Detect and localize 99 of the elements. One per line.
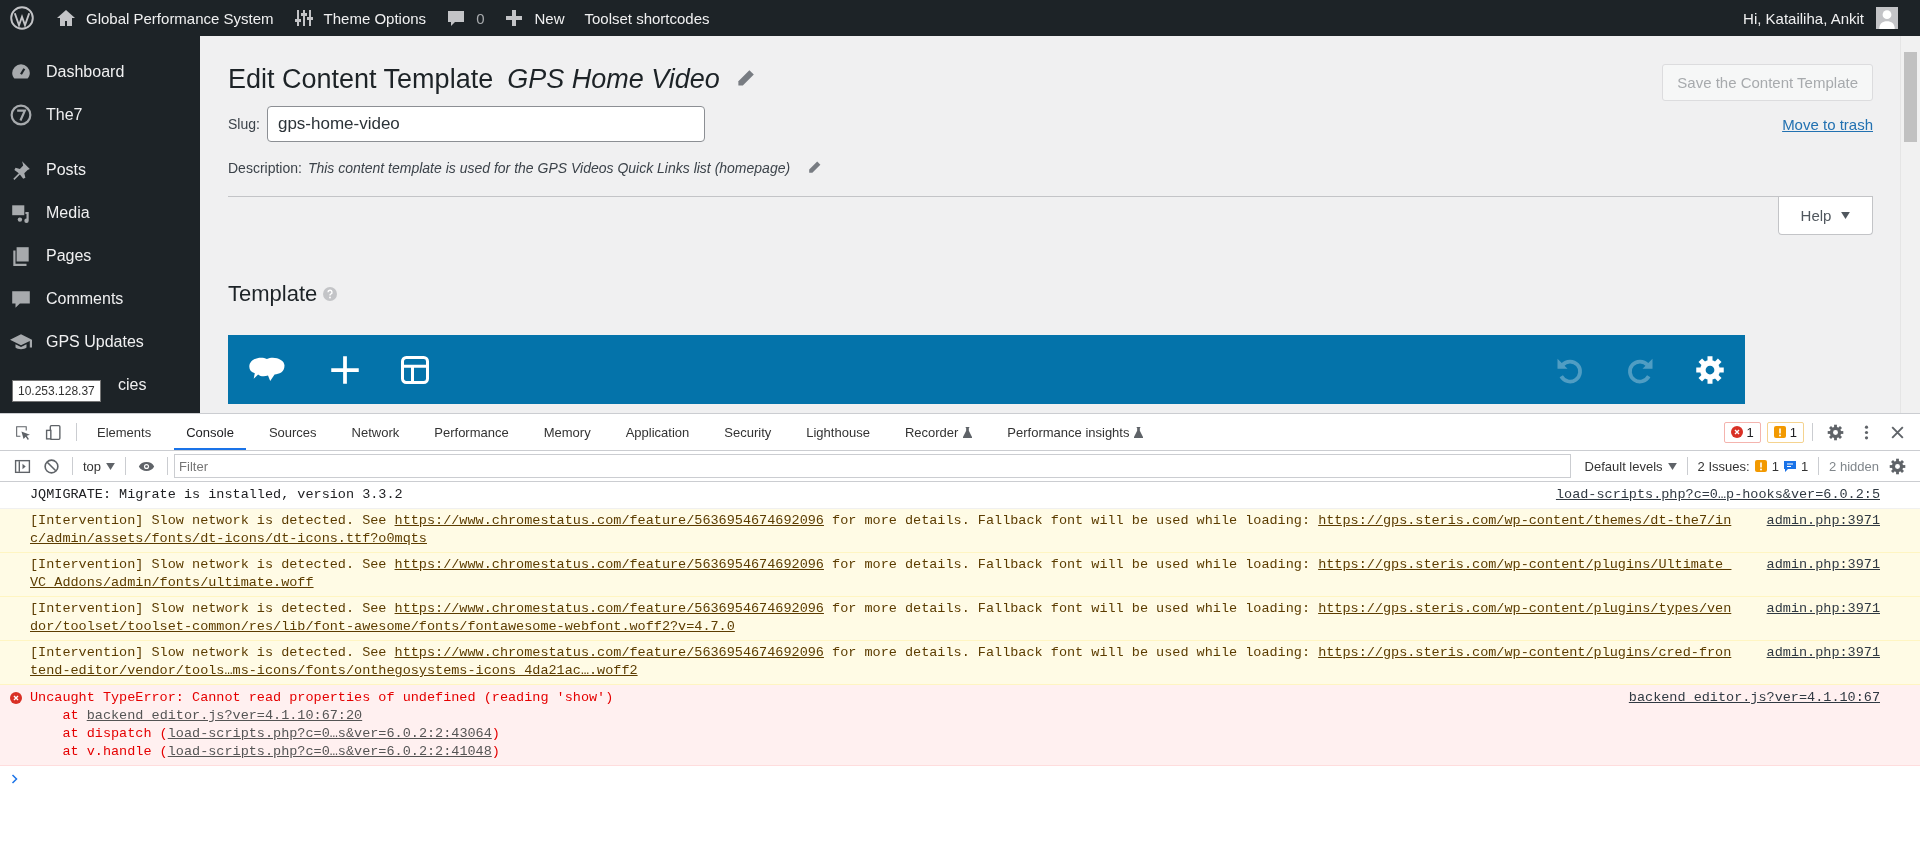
info-message-icon — [1783, 460, 1796, 472]
link[interactable]: c/admin/assets/fonts/dt-icons/dt-icons.ttf?o0mqts — [30, 530, 427, 548]
trash-link[interactable]: Move to trash — [1782, 116, 1873, 133]
source-link[interactable]: admin.php:3971 — [1766, 512, 1880, 530]
issues-button[interactable]: 2 Issues: 1 1 — [1693, 458, 1813, 474]
context-dropdown[interactable]: top — [79, 458, 120, 474]
pencil-icon[interactable] — [806, 160, 823, 176]
link[interactable]: VC_Addons/admin/fonts/ultimate.woff — [30, 574, 314, 592]
error-count-badge[interactable]: 1 — [1723, 421, 1761, 443]
devtools-tab[interactable]: Performance insights — [995, 414, 1156, 450]
link[interactable]: load-scripts.php?c=0…s&ver=6.0.2:2:43064 — [167, 726, 492, 741]
console-message: [Intervention] Slow network is detected. See https://www.chromestatus.com/feature/5636954674692096 for more details. Fallback font will be used while loading: https://gps.steris.com/wp-content/plugins/cred-fron — [30, 644, 1732, 662]
sidebar-item[interactable]: Media — [0, 191, 200, 234]
error-text: Uncaught TypeError: Cannot read properties of undefined (reading 'show') — [30, 689, 614, 707]
admin-bar-item[interactable]: Global Performance System — [56, 8, 274, 28]
description-text: This content template is used for the GPS Videos Quick Links list (homepage) — [307, 160, 791, 176]
sidebar-item[interactable]: GPS Updates — [0, 320, 200, 363]
error-icon — [1730, 426, 1743, 438]
sidebar-item[interactable]: The7 — [0, 93, 200, 136]
link[interactable]: https://gps.steris.com/wp-content/themes/dt-the7/in — [1318, 513, 1732, 528]
devtools-tab[interactable]: Console — [174, 414, 246, 450]
sidebar-item[interactable]: Posts — [0, 148, 200, 191]
console-message: [Intervention] Slow network is detected. See https://www.chromestatus.com/feature/5636954674692096 for more details. Fallback font will be used while loading: https://gps.steris.com/wp-content/plugins/types/ven — [30, 600, 1732, 618]
clear-console-icon[interactable] — [43, 457, 60, 475]
plus-icon — [504, 8, 525, 28]
devtools-tab[interactable]: Recorder — [892, 414, 985, 450]
description-label: Description: — [228, 160, 302, 176]
devtools-tab[interactable]: Lighthouse — [794, 414, 882, 450]
page-title: Edit Content Template — [228, 63, 494, 95]
link[interactable]: backend_editor.js?ver=4.1.10:67:20 — [86, 708, 363, 723]
caret-icon — [1841, 212, 1851, 219]
warning-icon — [1754, 460, 1767, 472]
warning-icon — [1773, 426, 1786, 438]
devtools-tab[interactable]: Security — [712, 414, 784, 450]
wordpress-logo-icon[interactable] — [10, 6, 34, 30]
source-link[interactable]: admin.php:3971 — [1766, 556, 1880, 574]
slug-field[interactable]: gps-home-video — [266, 106, 705, 142]
user-greeting[interactable]: Hi, Katailiha, Ankit — [1743, 9, 1864, 27]
sidebar-item[interactable]: Dashboard — [0, 50, 200, 93]
template-name: GPS Home Video — [507, 63, 720, 95]
sidebar-item[interactable]: Pages — [0, 234, 200, 277]
inspect-icon[interactable] — [14, 423, 31, 441]
devtools-tab[interactable]: Elements — [85, 414, 164, 450]
admin-bar-item[interactable]: New — [504, 8, 565, 28]
link[interactable]: https://www.chromestatus.com/feature/5636954674692096 — [394, 513, 824, 528]
sidebar-toggle-icon[interactable] — [14, 457, 31, 475]
stack-trace-line: at v.handle (load-scripts.php?c=0…s&ver=6.0.2:2:41048) — [61, 743, 500, 761]
tooltip: 10.253.128.37 — [12, 380, 101, 402]
prompt-chevron-icon[interactable] — [11, 774, 19, 784]
layout-icon[interactable] — [400, 354, 430, 385]
source-link[interactable]: admin.php:3971 — [1766, 600, 1880, 618]
devtools-tab[interactable]: Memory — [531, 414, 603, 450]
source-link[interactable]: backend_editor.js?ver=4.1.10:67 — [1628, 689, 1880, 707]
devtools-tab[interactable]: Application — [613, 414, 702, 450]
help-button[interactable]: Help — [1778, 197, 1873, 235]
link[interactable]: https://gps.steris.com/wp-content/plugins/types/ven — [1318, 601, 1732, 616]
warning-count-badge[interactable]: 1 — [1766, 421, 1804, 443]
link[interactable]: https://www.chromestatus.com/feature/5636954674692096 — [394, 557, 824, 572]
section-title: Template — [228, 281, 318, 307]
caret-icon — [1667, 462, 1677, 470]
console-message: JQMIGRATE: Migrate is installed, version 3.3.2 — [30, 486, 404, 504]
scrollbar[interactable] — [1900, 36, 1920, 413]
link[interactable]: https://gps.steris.com/wp-content/plugins/Ultimate_ — [1318, 557, 1732, 572]
console-message: [Intervention] Slow network is detected. See https://www.chromestatus.com/feature/5636954674692096 for more details. Fallback font will be used while loading: https://gps.steris.com/wp-content/plugins/Ultimate_ — [30, 556, 1732, 574]
link[interactable]: dor/toolset/toolset-common/res/lib/font-awesome/fonts/fontawesome-webfont.woff2?v=4.7.0 — [30, 618, 735, 636]
admin-bar-item[interactable]: Toolset shortcodes — [584, 9, 710, 27]
source-link[interactable]: load-scripts.php?c=0…p-hooks&ver=6.0.2:5 — [1555, 486, 1880, 504]
link[interactable]: https://www.chromestatus.com/feature/5636954674692096 — [394, 601, 824, 616]
source-link[interactable]: admin.php:3971 — [1766, 644, 1880, 662]
sidebar-item[interactable]: cies — [118, 363, 147, 406]
stack-trace-line: at backend_editor.js?ver=4.1.10:67:20 — [61, 707, 363, 725]
devtools-tab[interactable]: Network — [339, 414, 412, 450]
comment-icon — [446, 8, 467, 28]
log-levels-dropdown[interactable]: Default levels — [1580, 458, 1681, 474]
sliders-icon — [293, 8, 314, 28]
error-icon — [10, 692, 22, 704]
link[interactable]: https://www.chromestatus.com/feature/5636954674692096 — [394, 645, 824, 660]
pages-icon — [10, 244, 32, 267]
admin-bar-item[interactable]: Theme Options — [293, 8, 427, 28]
stack-trace-line: at dispatch (load-scripts.php?c=0…s&ver=6.0.2:2:43064) — [61, 725, 500, 743]
admin-bar-item[interactable]: 0 — [446, 8, 485, 28]
link[interactable]: https://gps.steris.com/wp-content/plugins/cred-fron — [1318, 645, 1732, 660]
slug-label: Slug: — [228, 116, 260, 132]
home-icon — [56, 8, 76, 28]
add-icon[interactable] — [330, 354, 360, 385]
hidden-count: 2 hidden — [1828, 458, 1880, 474]
device-icon[interactable] — [45, 423, 62, 441]
settings-icon[interactable] — [1889, 457, 1906, 475]
console-message: [Intervention] Slow network is detected. See https://www.chromestatus.com/feature/5636954674692096 for more details. Fallback font will be used while loading: https://gps.steris.com/wp-content/themes/dt-the7/in — [30, 512, 1732, 530]
link[interactable]: tend-editor/vendor/tools…ms-icons/fonts/onthegosystems-icons_4da21ac….woff2 — [30, 662, 638, 680]
seven-icon — [10, 103, 32, 126]
sidebar-item[interactable]: Comments — [0, 277, 200, 320]
filter-field[interactable]: Filter — [174, 454, 1571, 478]
caret-icon — [106, 462, 116, 470]
settings-icon[interactable] — [1695, 354, 1725, 385]
devtools-tab[interactable]: Sources — [256, 414, 329, 450]
settings-icon[interactable] — [1827, 423, 1844, 441]
devtools-tab[interactable]: Performance — [422, 414, 521, 450]
link[interactable]: load-scripts.php?c=0…s&ver=6.0.2:2:41048 — [167, 744, 492, 759]
